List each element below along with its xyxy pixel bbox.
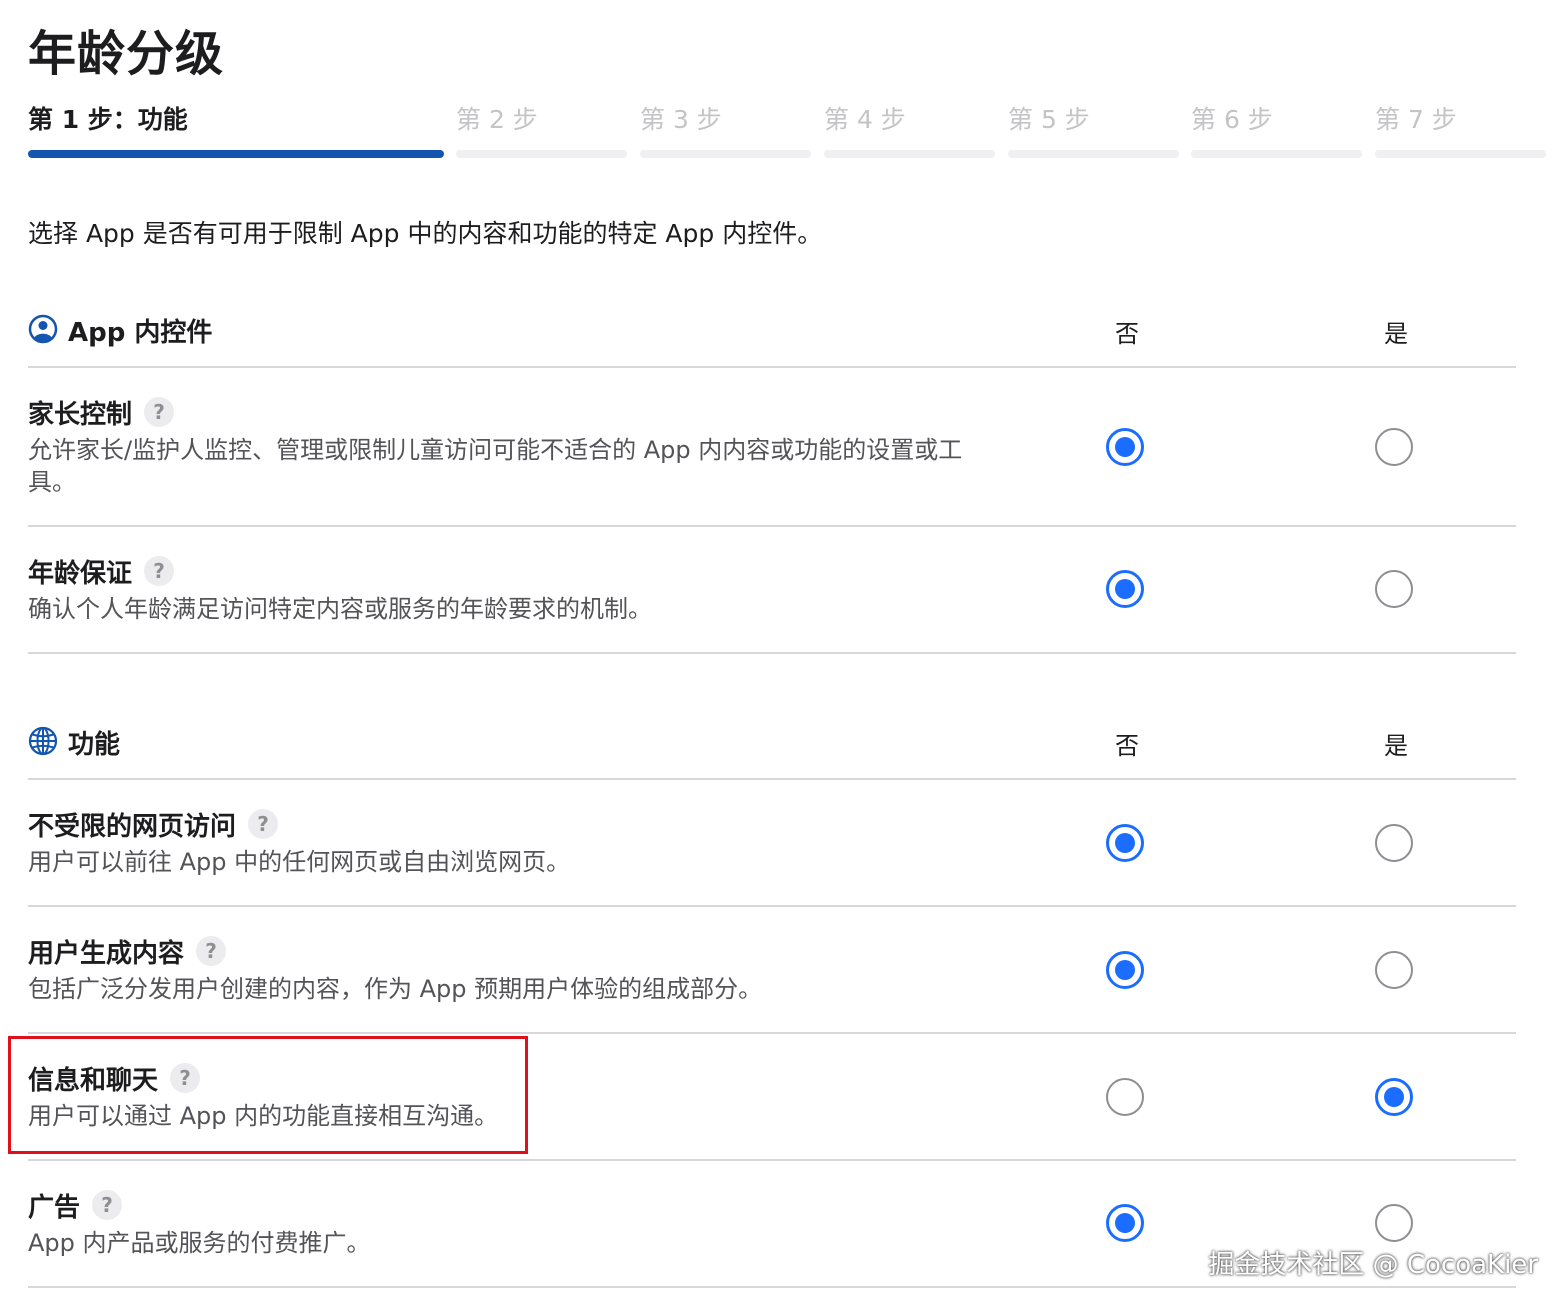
step-progress-bar [456,150,627,158]
column-header-no: 否 [1115,320,1139,348]
step-progress-bar [640,150,811,158]
help-icon[interactable]: ? [196,936,227,966]
list-item-unrestricted-web-access: 不受限的网页访问 ? 用户可以前往 App 中的任何网页或自由浏览网页。 [28,806,1516,906]
radio-no[interactable] [1106,951,1144,989]
column-header-yes: 是 [1384,732,1408,760]
step-5-tab[interactable]: 第 5 步 [1008,96,1179,160]
step-label: 第 5 步 [1008,105,1090,134]
row-description: 用户可以前往 App 中的任何网页或自由浏览网页。 [28,848,571,876]
radio-yes[interactable] [1375,428,1413,466]
help-icon[interactable]: ? [144,397,175,427]
step-3-tab[interactable]: 第 3 步 [640,96,811,160]
step-7-tab[interactable]: 第 7 步 [1375,96,1546,160]
section-title: App 内控件 [68,318,213,348]
column-header-no: 否 [1115,732,1139,760]
divider [28,366,1516,368]
divider [28,1286,1516,1288]
column-header-yes: 是 [1384,320,1408,348]
step-label: 第 6 步 [1191,105,1273,134]
highlight-annotation-box [8,1036,528,1154]
step-2-tab[interactable]: 第 2 步 [456,96,627,160]
radio-yes[interactable] [1375,570,1413,608]
divider [28,652,1516,654]
intro-text: 选择 App 是否有可用于限制 App 中的内容和功能的特定 App 内控件。 [28,219,823,248]
list-item-user-generated-content: 用户生成内容 ? 包括广泛分发用户创建的内容，作为 App 预期用户体验的组成部… [28,933,1516,1033]
row-title: 不受限的网页访问 [28,811,237,842]
step-label: 第 3 步 [640,105,722,134]
radio-yes[interactable] [1375,1204,1413,1242]
globe-icon [28,726,58,756]
help-icon[interactable]: ? [144,556,175,586]
radio-yes[interactable] [1375,824,1413,862]
section-header-features: 功能 否 是 [28,710,1516,770]
radio-yes[interactable] [1375,951,1413,989]
row-description: App 内产品或服务的付费推广。 [28,1229,371,1257]
divider [28,905,1516,907]
step-label: 第 1 步：功能 [28,105,188,134]
step-progress-bar [1191,150,1362,158]
divider [28,778,1516,780]
row-title: 广告 [28,1192,81,1223]
row-description: 确认个人年龄满足访问特定内容或服务的年龄要求的机制。 [28,595,652,623]
stepper: 第 1 步：功能 第 2 步 第 3 步 第 4 步 第 5 步 第 6 步 第… [28,96,1546,160]
section-header-in-app-controls: App 内控件 否 是 [28,298,1516,358]
row-description: 包括广泛分发用户创建的内容，作为 App 预期用户体验的组成部分。 [28,975,763,1003]
radio-no[interactable] [1106,1204,1144,1242]
step-label: 第 7 步 [1375,105,1457,134]
step-progress-bar [824,150,995,158]
step-1-tab[interactable]: 第 1 步：功能 [28,96,444,160]
step-progress-bar [28,150,444,158]
step-label: 第 2 步 [456,105,538,134]
help-icon[interactable]: ? [248,809,279,839]
divider [28,1032,1516,1034]
step-label: 第 4 步 [824,105,906,134]
row-title: 年龄保证 [28,558,133,589]
section-title: 功能 [68,730,121,760]
person-circle-icon [28,314,58,344]
list-item-age-assurance: 年龄保证 ? 确认个人年龄满足访问特定内容或服务的年龄要求的机制。 [28,553,1516,653]
watermark: 掘金技术社区 @ CocoaKier [1208,1250,1538,1280]
step-progress-bar [1375,150,1546,158]
radio-yes[interactable] [1375,1078,1413,1116]
radio-no[interactable] [1106,428,1144,466]
radio-no[interactable] [1106,570,1144,608]
row-title: 家长控制 [28,399,133,430]
page-title: 年龄分级 [28,26,225,82]
divider [28,1159,1516,1161]
radio-no[interactable] [1106,824,1144,862]
step-6-tab[interactable]: 第 6 步 [1191,96,1362,160]
step-progress-bar [1008,150,1179,158]
list-item-parental-controls: 家长控制 ? 允许家长/监护人监控、管理或限制儿童访问可能不适合的 App 内内… [28,394,1516,524]
help-icon[interactable]: ? [92,1190,123,1220]
divider [28,525,1516,527]
row-title: 用户生成内容 [28,938,185,969]
step-4-tab[interactable]: 第 4 步 [824,96,995,160]
row-description: 允许家长/监护人监控、管理或限制儿童访问可能不适合的 App 内内容或功能的设置… [28,436,963,496]
radio-no[interactable] [1106,1078,1144,1116]
